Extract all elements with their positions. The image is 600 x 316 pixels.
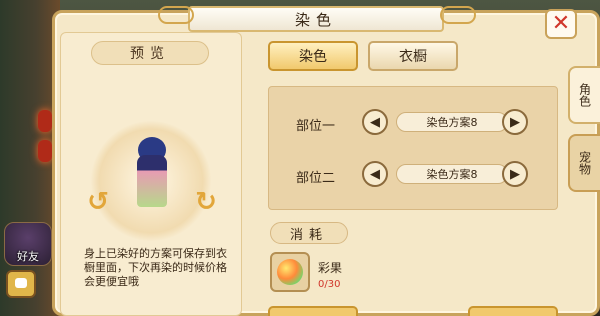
lantern-icon: [38, 140, 52, 162]
item-count: 0/30: [318, 279, 341, 290]
wardrobe-tab-button[interactable]: 衣橱: [368, 41, 458, 71]
part-one-label: 部位一: [296, 119, 336, 134]
chat-button[interactable]: [6, 270, 36, 298]
part-two-prev-button[interactable]: ◀: [362, 161, 388, 187]
triangle-left-icon: ◀: [370, 166, 380, 182]
part-one-scheme-text: 染色方案8: [426, 116, 478, 129]
triangle-right-icon: ▶: [510, 114, 520, 130]
consume-header-text: 消耗: [289, 227, 328, 243]
title-ornament-right: [440, 6, 476, 24]
title-bar: 染色: [188, 6, 444, 32]
tab-pet[interactable]: 宠物: [568, 134, 600, 192]
dye-tab-button[interactable]: 染色: [268, 41, 358, 71]
part-one-scheme: 染色方案8: [396, 112, 508, 132]
window-title: 染色: [294, 10, 337, 29]
parts-panel: [268, 86, 558, 210]
wardrobe-tab-label: 衣橱: [399, 49, 427, 65]
dye-tab-label: 染色: [299, 49, 327, 65]
character-model[interactable]: [137, 155, 167, 207]
part-two-scheme: 染色方案8: [396, 164, 508, 184]
colorful-fruit-icon: [277, 259, 303, 285]
preview-hint-text: 身上已染好的方案可保存到衣橱里面，下次再染的时候价格会更便宜哦: [84, 247, 227, 288]
item-name: 彩果: [318, 261, 343, 275]
tab-character-label: 角色: [577, 83, 592, 107]
rotate-right-icon[interactable]: ↻: [191, 183, 221, 221]
part-one-prev-button[interactable]: ◀: [362, 109, 388, 135]
item-slot[interactable]: [270, 252, 310, 292]
preview-header-text: 预览: [130, 46, 170, 62]
tab-pet-label: 宠物: [577, 151, 592, 175]
title-ornament-left: [158, 6, 194, 24]
game-screen: { "window": {"title": "染色"}, "preview": …: [0, 0, 600, 316]
triangle-right-icon: ▶: [510, 166, 520, 182]
part-two-next-button[interactable]: ▶: [502, 161, 528, 187]
close-icon: ✕: [551, 11, 571, 36]
close-button[interactable]: ✕: [545, 9, 577, 39]
preview-header: 预览: [91, 41, 209, 65]
bottom-button-left[interactable]: [268, 306, 358, 316]
lantern-icon: [38, 110, 52, 132]
part-two-label: 部位二: [296, 171, 336, 186]
consume-header: 消耗: [270, 222, 348, 244]
chat-icon: [15, 278, 27, 288]
part-two-scheme-text: 染色方案8: [426, 168, 478, 181]
friends-button[interactable]: 好友: [4, 222, 52, 266]
friends-label: 好友: [17, 250, 39, 263]
rotate-left-icon[interactable]: ↺: [83, 183, 113, 221]
part-one-next-button[interactable]: ▶: [502, 109, 528, 135]
bottom-button-right[interactable]: [468, 306, 558, 316]
triangle-left-icon: ◀: [370, 114, 380, 130]
tab-character[interactable]: 角色: [568, 66, 600, 124]
